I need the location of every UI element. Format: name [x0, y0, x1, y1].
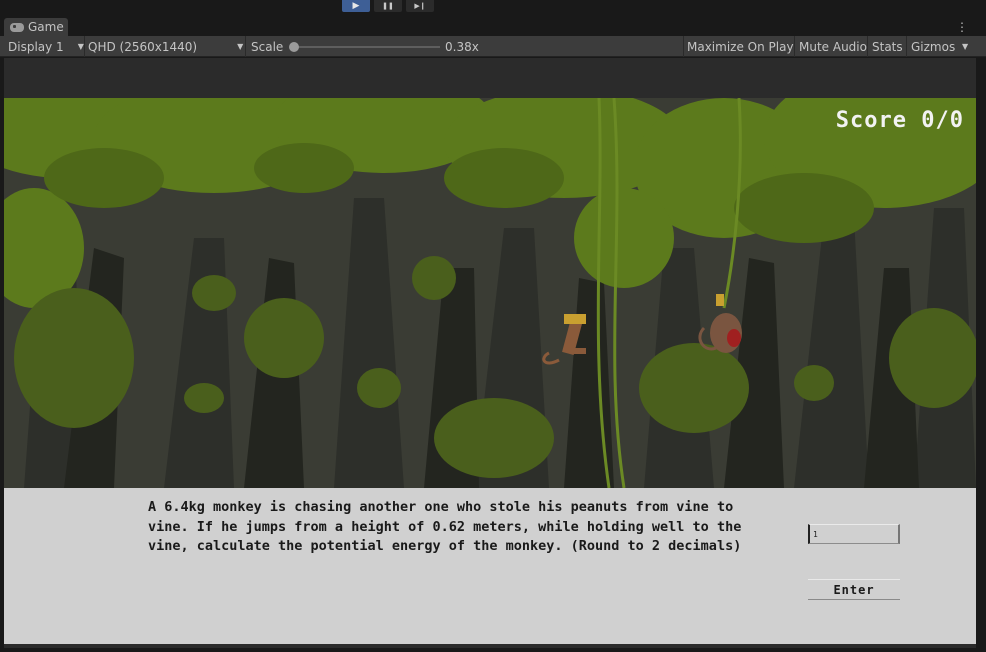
resolution-dropdown[interactable]: QHD (2560x1440) ▼ — [88, 36, 243, 57]
display-label: Display 1 — [8, 39, 64, 54]
stats-toggle[interactable]: Stats — [872, 36, 903, 57]
step-icon: ▶❙ — [414, 2, 426, 10]
chevron-down-icon: ▼ — [962, 42, 969, 51]
tab-row: Game ⋮ — [0, 18, 986, 36]
maximize-on-play-toggle[interactable]: Maximize On Play — [687, 36, 794, 57]
scale-slider-track[interactable] — [294, 46, 440, 48]
divider — [867, 36, 868, 57]
play-icon: ▶ — [352, 1, 360, 11]
answer-input[interactable] — [808, 524, 900, 544]
game-view-toolbar: Display 1 ▼ QHD (2560x1440) ▼ Scale 0.38… — [0, 36, 986, 57]
chevron-down-icon: ▼ — [237, 42, 244, 51]
mute-audio-toggle[interactable]: Mute Audio — [799, 36, 867, 57]
play-toolbar: ▶ ❚❚ ▶❙ — [0, 0, 986, 14]
chevron-down-icon: ▼ — [77, 42, 84, 51]
gizmos-dropdown[interactable]: ▼ — [962, 36, 968, 57]
gamepad-icon — [10, 22, 24, 32]
resolution-label: QHD (2560x1440) — [88, 39, 198, 54]
divider — [245, 36, 246, 57]
tab-label: Game — [28, 20, 64, 34]
enter-button[interactable]: Enter — [808, 579, 900, 600]
pause-button[interactable]: ❚❚ — [374, 0, 402, 12]
score-display: Score 0/0 — [835, 108, 964, 133]
question-text: A 6.4kg monkey is chasing another one wh… — [148, 499, 742, 554]
scale-slider-handle[interactable] — [289, 42, 299, 52]
divider — [794, 36, 795, 57]
game-scene[interactable]: Score 0/0 — [4, 98, 976, 488]
jungle-background — [4, 98, 976, 488]
divider — [683, 36, 684, 57]
tab-game[interactable]: Game — [4, 18, 68, 36]
divider — [906, 36, 907, 57]
question-panel: A 6.4kg monkey is chasing another one wh… — [4, 488, 976, 644]
pause-icon: ❚❚ — [382, 2, 394, 10]
display-dropdown[interactable]: Display 1 ▼ — [8, 36, 84, 57]
scale-value: 0.38x — [445, 39, 479, 54]
scale-label: Scale — [251, 39, 284, 54]
divider — [84, 36, 85, 57]
step-button[interactable]: ▶❙ — [406, 0, 434, 12]
play-button[interactable]: ▶ — [342, 0, 370, 12]
gizmos-toggle[interactable]: Gizmos — [911, 36, 955, 57]
tab-menu-icon[interactable]: ⋮ — [956, 19, 968, 35]
